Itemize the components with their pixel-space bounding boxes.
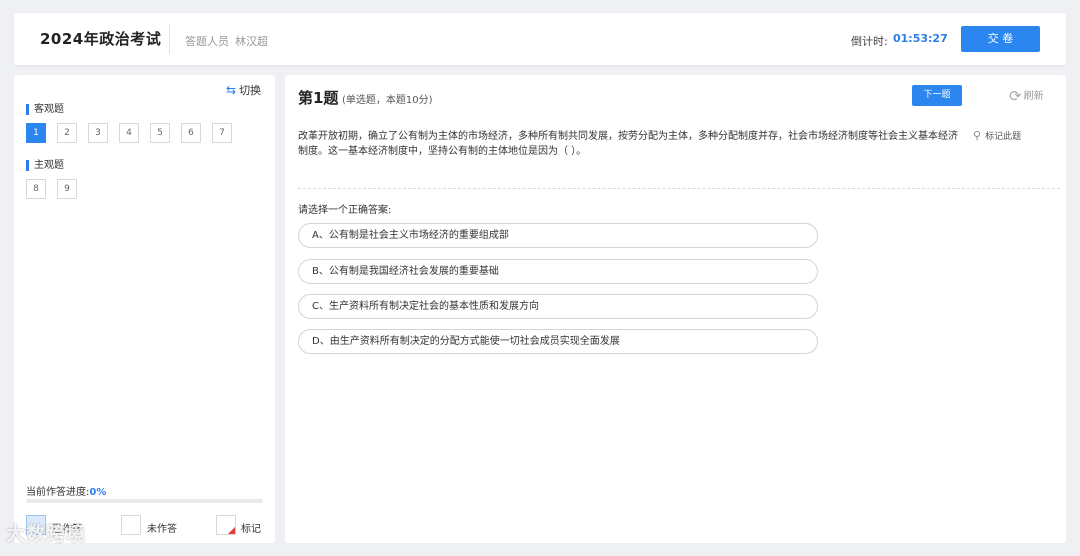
switch-arrows-icon: ⇆: [226, 83, 237, 97]
progress-label: 当前作答进度:0%: [26, 483, 106, 498]
option-c[interactable]: C、生产资料所有制决定社会的基本性质和发展方向: [298, 294, 818, 319]
subjective-section-label: 主观题: [26, 160, 64, 171]
mark-question-button[interactable]: ⚲ 标记此题: [973, 129, 1021, 142]
countdown-label: 倒计时:: [851, 35, 888, 48]
header-divider: [169, 24, 170, 54]
divider: [298, 188, 1060, 189]
countdown-timer: 01:53:27: [893, 32, 948, 45]
refresh-icon: ⟳: [1009, 87, 1022, 105]
mark-question-label: 标记此题: [985, 132, 1022, 142]
progress-value: 0%: [89, 487, 107, 498]
legend-unanswered-label: 未作答: [147, 524, 177, 535]
refresh-label: 刷新: [1023, 91, 1044, 102]
question-number-2[interactable]: 2: [57, 123, 77, 143]
exam-header: 2024年政治考试 答题人员 林汉超 倒计时: 01:53:27 交 卷: [14, 13, 1066, 65]
question-number-6[interactable]: 6: [181, 123, 201, 143]
question-number-4[interactable]: 4: [119, 123, 139, 143]
submit-exam-button[interactable]: 交 卷: [961, 26, 1040, 52]
switch-button[interactable]: ⇆ 切换: [226, 82, 261, 98]
question-number-7[interactable]: 7: [212, 123, 232, 143]
progress-label-text: 当前作答进度:: [26, 487, 90, 498]
watermark-logo: 大数跨境: [6, 523, 87, 545]
question-number-1[interactable]: 1: [26, 123, 46, 143]
question-navigator: ⇆ 切换 客观题 1234567 主观题 89 当前作答进度:0% 已作答 未作答…: [14, 75, 275, 543]
option-a[interactable]: A、公有制是社会主义市场经济的重要组成部: [298, 223, 818, 248]
option-b[interactable]: B、公有制是我国经济社会发展的重要基础: [298, 259, 818, 284]
exam-title: 2024年政治考试: [40, 30, 162, 48]
question-title: 第1题: [298, 89, 339, 107]
next-question-button[interactable]: 下一题: [912, 85, 962, 106]
legend-marked-swatch: [216, 515, 236, 535]
answer-prompt: 请选择一个正确答案:: [298, 205, 392, 216]
objective-section-label: 客观题: [26, 104, 64, 115]
switch-label: 切换: [239, 84, 262, 97]
question-number-3[interactable]: 3: [88, 123, 108, 143]
pin-icon: ⚲: [973, 129, 982, 142]
refresh-button[interactable]: ⟳ 刷新: [1009, 87, 1044, 105]
question-meta: (单选题，本题10分): [342, 95, 433, 106]
examinee-name: 林汉超: [235, 35, 268, 48]
question-number-9[interactable]: 9: [57, 179, 77, 199]
progress-bar: [26, 499, 263, 503]
question-number-8[interactable]: 8: [26, 179, 46, 199]
legend-unanswered-swatch: [121, 515, 141, 535]
legend-marked-label: 标记: [241, 524, 261, 535]
question-number-5[interactable]: 5: [150, 123, 170, 143]
question-panel: 第1题 (单选题，本题10分) 下一题 ⟳ 刷新 改革开放初期，确立了公有制为主体…: [285, 75, 1066, 543]
examinee-label: 答题人员: [185, 35, 229, 48]
question-stem: 改革开放初期，确立了公有制为主体的市场经济，多种所有制共同发展，按劳分配为主体，…: [298, 131, 958, 157]
option-d[interactable]: D、由生产资料所有制决定的分配方式能使一切社会成员实现全面发展: [298, 329, 818, 354]
